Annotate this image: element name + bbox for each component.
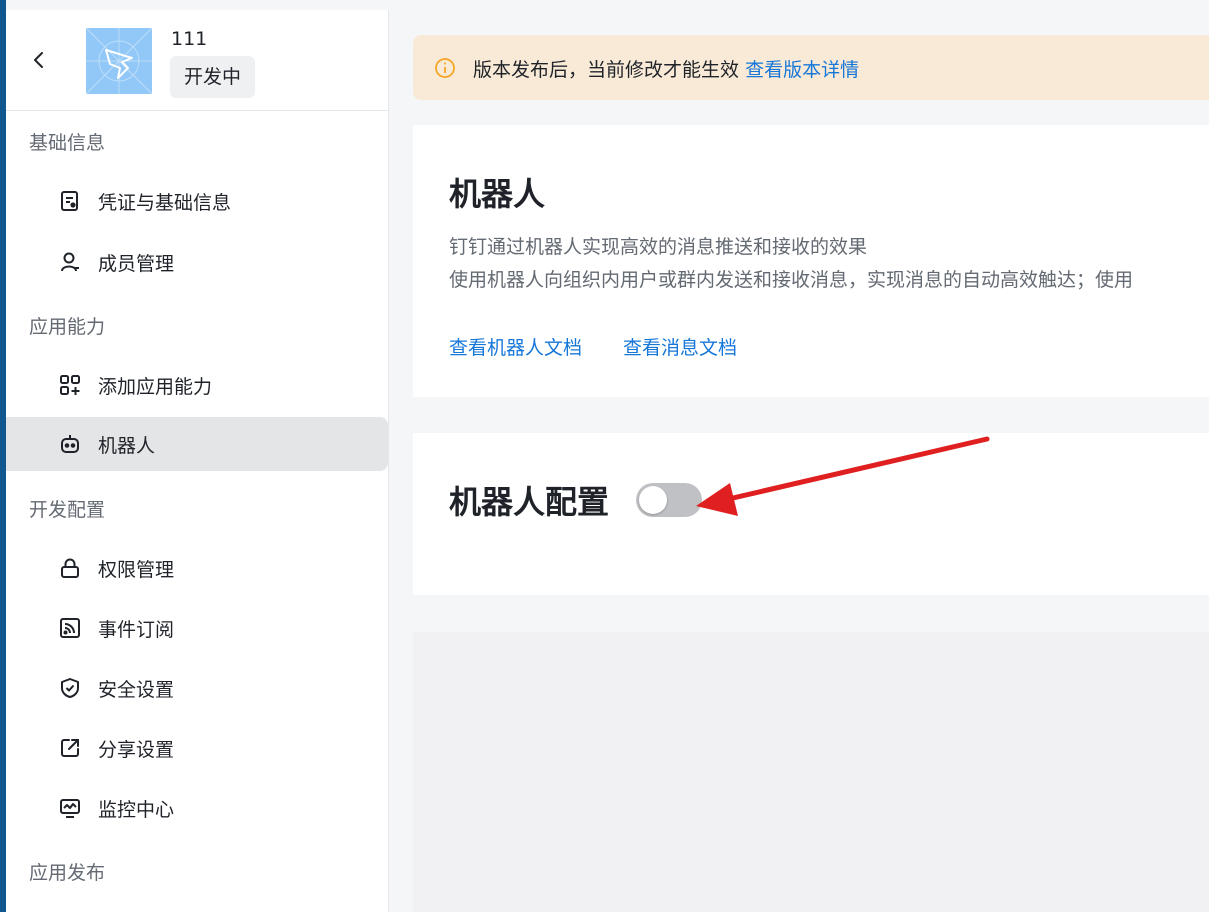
sidebar-item-label: 机器人 [98, 434, 156, 457]
sidebar-item-permissions[interactable]: 权限管理 [6, 541, 388, 595]
back-button[interactable] [28, 46, 50, 74]
sidebar-item-label: 安全设置 [98, 678, 175, 701]
app-status-badge: 开发中 [170, 56, 256, 98]
toggle-knob [639, 486, 667, 514]
share-icon [59, 737, 81, 759]
sidebar-item-label: 权限管理 [98, 558, 175, 581]
robot-doc-link[interactable]: 查看机器人文档 [449, 333, 582, 360]
lock-icon [59, 557, 81, 579]
red-arrow-annotation [696, 436, 990, 516]
group-title-basic: 基础信息 [29, 132, 106, 154]
sidebar-item-label: 成员管理 [98, 252, 175, 275]
sidebar-item-label: 添加应用能力 [98, 375, 213, 398]
view-version-details-link[interactable]: 查看版本详情 [745, 59, 859, 81]
app-header: 111 开发中 [6, 10, 388, 111]
robot-card-desc-1: 钉钉通过机器人实现高效的消息推送和接收的效果 [449, 236, 868, 258]
sidebar-item-robot[interactable]: 机器人 [6, 417, 388, 471]
app-name: 111 [171, 28, 208, 50]
chevron-left-icon [34, 52, 43, 68]
banner-text: 版本发布后，当前修改才能生效 查看版本详情 [473, 55, 859, 82]
sidebar-item-events[interactable]: 事件订阅 [6, 601, 388, 655]
robot-config-title: 机器人配置 [449, 483, 610, 521]
sidebar-item-add-capability[interactable]: 添加应用能力 [6, 358, 388, 412]
add-capability-icon [59, 374, 81, 396]
sidebar-item-credentials[interactable]: 凭证与基础信息 [6, 174, 388, 228]
sidebar-item-label: 监控中心 [98, 798, 175, 821]
rss-icon [59, 617, 81, 639]
info-icon [434, 57, 456, 79]
robot-icon [59, 433, 81, 455]
content-placeholder [413, 632, 1209, 912]
message-doc-link[interactable]: 查看消息文档 [623, 333, 737, 360]
sidebar-item-security[interactable]: 安全设置 [6, 661, 388, 715]
user-icon [59, 251, 81, 273]
robot-card-title: 机器人 [449, 175, 546, 213]
monitor-icon [59, 797, 81, 819]
banner-message: 版本发布后，当前修改才能生效 [473, 59, 740, 81]
sidebar-item-monitor[interactable]: 监控中心 [6, 781, 388, 835]
dingtalk-logo-icon [86, 28, 152, 94]
shield-icon [59, 677, 81, 699]
sidebar-item-members[interactable]: 成员管理 [6, 235, 388, 289]
sidebar: 111 开发中 基础信息 凭证与基础信息 成员管理 应用能力 添加应用能力 机器… [6, 10, 389, 912]
robot-intro-card: 机器人 钉钉通过机器人实现高效的消息推送和接收的效果 使用机器人向组织内用户或群… [413, 125, 1209, 397]
group-title-capability: 应用能力 [29, 316, 106, 338]
sidebar-item-label: 事件订阅 [98, 618, 175, 641]
sidebar-item-share[interactable]: 分享设置 [6, 721, 388, 775]
group-title-dev-config: 开发配置 [29, 499, 106, 521]
credential-icon [59, 190, 81, 212]
notice-banner: 版本发布后，当前修改才能生效 查看版本详情 [413, 35, 1209, 100]
group-title-release: 应用发布 [29, 862, 106, 884]
sidebar-item-label: 分享设置 [98, 738, 175, 761]
app-logo [86, 28, 152, 94]
robot-card-desc-2: 使用机器人向组织内用户或群内发送和接收消息，实现消息的自动高效触达；使用 [449, 269, 1134, 291]
sidebar-item-label: 凭证与基础信息 [98, 191, 232, 214]
